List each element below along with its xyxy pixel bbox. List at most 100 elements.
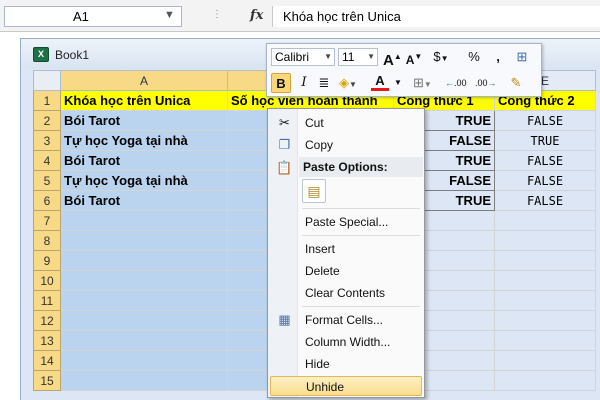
comma-style-button[interactable]: ,	[489, 47, 507, 67]
currency-icon: $	[433, 49, 441, 64]
menu-item-hide[interactable]: Hide	[270, 354, 422, 374]
cell[interactable]	[494, 250, 596, 271]
menu-item-unhide[interactable]: Unhide	[270, 376, 422, 396]
row-header[interactable]: 9	[33, 250, 61, 271]
cell-a4[interactable]: Bói Tarot	[60, 150, 228, 171]
currency-button[interactable]: $▼	[432, 47, 450, 67]
menu-item-copy[interactable]: ❐ Copy	[270, 135, 422, 155]
cell[interactable]	[494, 270, 596, 291]
increase-decimal-button[interactable]: ←.00	[445, 73, 467, 93]
clipboard-icon: 📋	[276, 160, 293, 175]
cell[interactable]	[494, 370, 596, 391]
cell-e4[interactable]: FALSE	[494, 150, 596, 171]
cell[interactable]	[494, 230, 596, 251]
menu-item-format-cells[interactable]: ▦ Format Cells...	[270, 310, 422, 330]
align-center-icon[interactable]: ≣	[315, 73, 333, 93]
formula-input[interactable]: Khóa học trên Unica	[272, 6, 600, 27]
row-header[interactable]: 1	[33, 90, 61, 111]
merge-center-icon[interactable]: ⊞	[513, 47, 531, 67]
cell[interactable]	[60, 310, 228, 331]
increase-decimal-icon: .00	[454, 78, 467, 88]
row-header[interactable]: 10	[33, 270, 61, 291]
cell-e5[interactable]: FALSE	[494, 170, 596, 191]
menu-item-label: Copy	[305, 138, 334, 152]
row-header[interactable]: 4	[33, 150, 61, 171]
cell[interactable]	[494, 350, 596, 371]
menu-item-label: Format Cells...	[305, 313, 384, 327]
cell-e6[interactable]: FALSE	[494, 190, 596, 211]
paste-options-heading: Paste Options:	[299, 157, 423, 177]
menu-item-paste-special[interactable]: Paste Special...	[270, 212, 422, 232]
cell[interactable]	[60, 250, 228, 271]
cell-a6[interactable]: Bói Tarot	[60, 190, 228, 211]
cell[interactable]	[494, 330, 596, 351]
menu-item-label: Cut	[305, 116, 324, 130]
row-header[interactable]: 2	[33, 110, 61, 131]
cell[interactable]	[60, 330, 228, 351]
menu-item-label: Paste Special...	[305, 215, 389, 229]
format-painter-icon[interactable]: ✎	[507, 73, 525, 93]
font-size-dropdown[interactable]: 11 ▼	[338, 48, 378, 66]
row-header[interactable]: 12	[33, 310, 61, 331]
menu-item-column-width[interactable]: Column Width...	[270, 332, 422, 352]
paste-icon: ▤	[307, 183, 321, 199]
formula-bar-divider: ⋮	[212, 9, 223, 20]
name-box[interactable]: A1	[4, 6, 182, 27]
menu-item-label: Clear Contents	[305, 286, 386, 300]
cell[interactable]	[60, 350, 228, 371]
font-name-dropdown[interactable]: Calibri ▼	[271, 48, 335, 66]
column-header-a[interactable]: A	[60, 70, 228, 91]
cell[interactable]	[60, 270, 228, 291]
insert-function-icon[interactable]: fx	[250, 8, 263, 23]
mini-toolbar: Calibri ▼ 11 ▼ A▲ A▼ $▼ % , ⊞ B I ≣ ◈▼ A…	[266, 43, 542, 97]
font-color-button[interactable]: A	[371, 73, 389, 91]
cell[interactable]	[494, 290, 596, 311]
row-header[interactable]: 15	[33, 370, 61, 391]
cell[interactable]	[494, 310, 596, 331]
cell[interactable]	[60, 290, 228, 311]
chevron-down-icon[interactable]: ▼	[389, 73, 407, 93]
cell-a1[interactable]: Khóa học trên Unica	[60, 90, 228, 111]
italic-button[interactable]: I	[295, 73, 313, 93]
menu-item-label: Hide	[305, 357, 330, 371]
chevron-down-icon: ▼	[324, 52, 332, 61]
cell-a5[interactable]: Tự học Yoga tại nhà	[60, 170, 228, 191]
row-header[interactable]: 8	[33, 230, 61, 251]
menu-item-cut[interactable]: ✂ Cut	[270, 113, 422, 133]
percent-button[interactable]: %	[465, 47, 483, 67]
menu-item-label: Paste Options:	[303, 160, 388, 174]
format-cells-icon: ▦	[278, 312, 291, 327]
cell[interactable]	[60, 370, 228, 391]
paste-option-button[interactable]: ▤	[302, 179, 326, 203]
fill-color-icon[interactable]: ◈▼	[339, 73, 357, 93]
shrink-font-button[interactable]: A▼	[405, 47, 423, 67]
select-all-corner[interactable]	[33, 70, 61, 91]
grow-font-button[interactable]: A▲	[383, 47, 402, 69]
grow-font-icon: A	[383, 52, 394, 69]
menu-item-delete[interactable]: Delete	[270, 261, 422, 281]
cell-e2[interactable]: FALSE	[494, 110, 596, 131]
cell-a2[interactable]: Bói Tarot	[60, 110, 228, 131]
menu-item-clear-contents[interactable]: Clear Contents	[270, 283, 422, 303]
cell[interactable]	[60, 230, 228, 251]
cell-a3[interactable]: Tự học Yoga tại nhà	[60, 130, 228, 151]
row-header[interactable]: 14	[33, 350, 61, 371]
row-header[interactable]: 13	[33, 330, 61, 351]
cell[interactable]	[494, 210, 596, 231]
menu-item-label: Delete	[305, 264, 340, 278]
row-header[interactable]: 11	[33, 290, 61, 311]
cell-e3[interactable]: TRUE	[494, 130, 596, 151]
borders-icon[interactable]: ⊞▼	[413, 73, 432, 93]
row-header[interactable]: 5	[33, 170, 61, 191]
name-box-dropdown-icon[interactable]: ▼	[164, 9, 175, 21]
row-header[interactable]: 3	[33, 130, 61, 151]
font-size-value: 11	[342, 50, 355, 64]
excel-window: A1 ▼ ⋮ fx Khóa học trên Unica X Book1 A …	[0, 0, 600, 400]
decrease-decimal-button[interactable]: .00→	[475, 73, 497, 93]
decrease-decimal-icon: .00	[475, 78, 488, 88]
row-header[interactable]: 6	[33, 190, 61, 211]
cell[interactable]	[60, 210, 228, 231]
row-header[interactable]: 7	[33, 210, 61, 231]
menu-item-insert[interactable]: Insert	[270, 239, 422, 259]
bold-button[interactable]: B	[271, 73, 291, 93]
